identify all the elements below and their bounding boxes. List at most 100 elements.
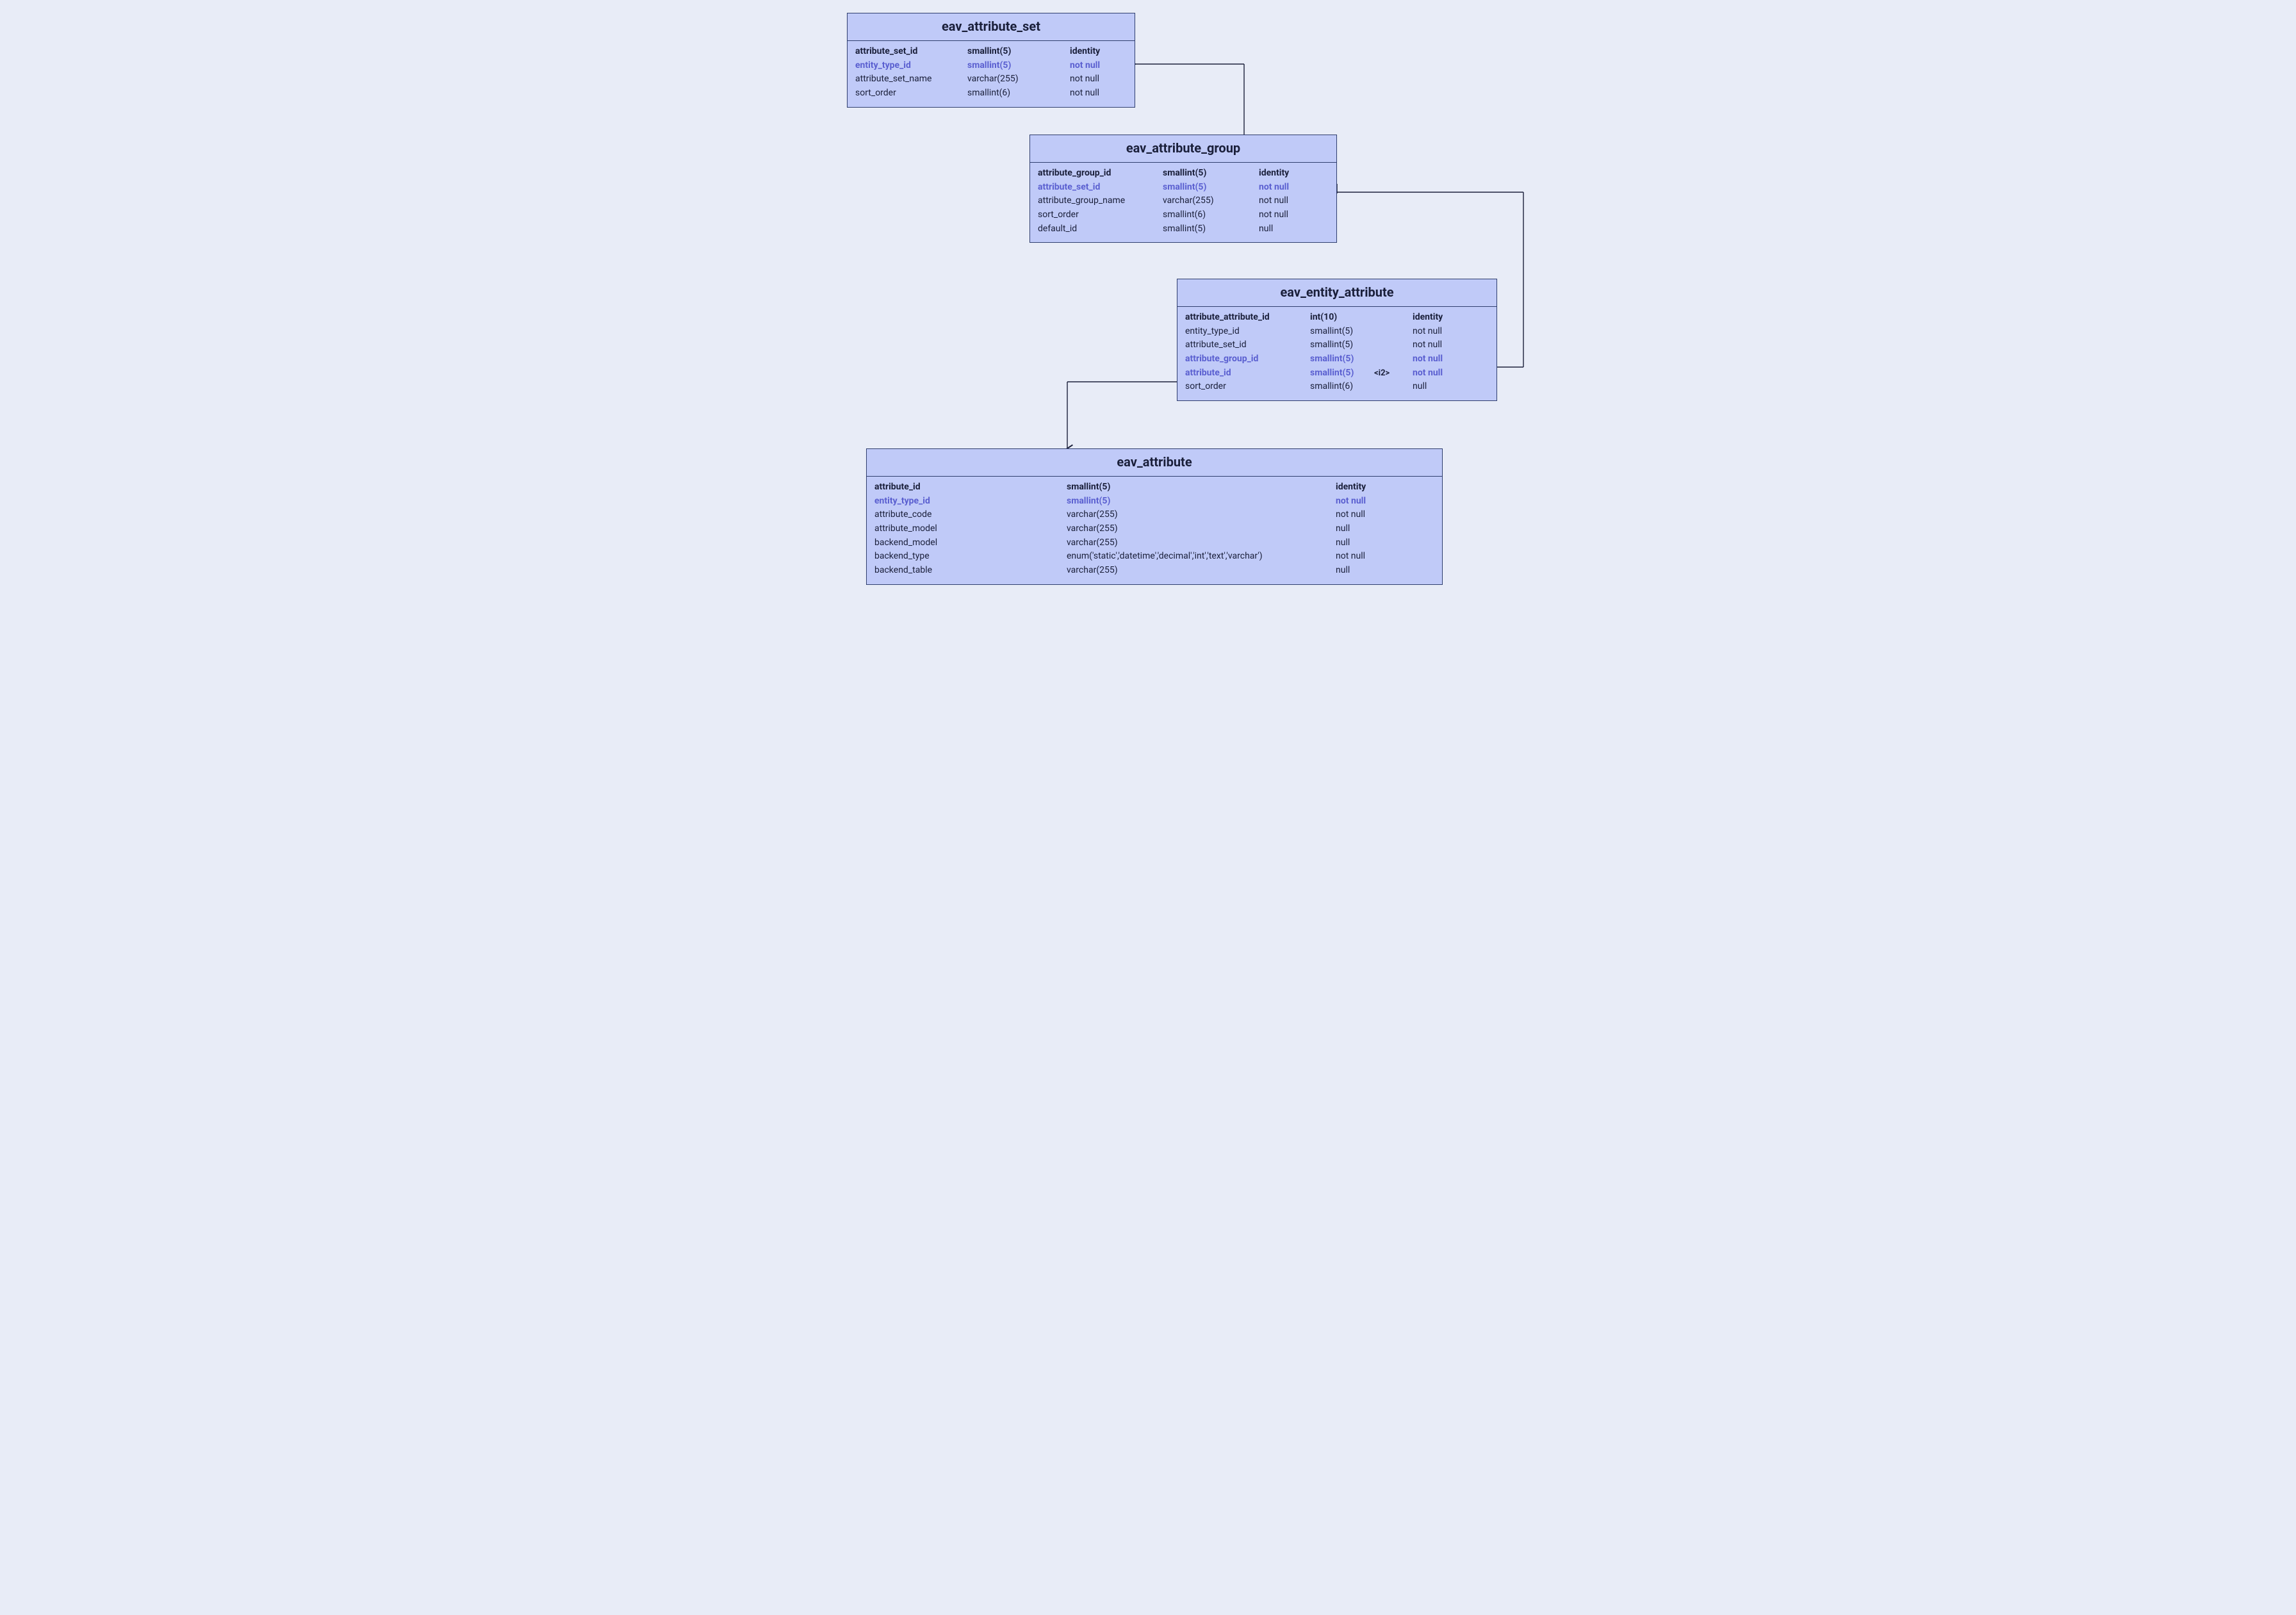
col-name: backend_model (874, 536, 1067, 550)
col-name: attribute_id (874, 480, 1067, 495)
col-null: not null (1413, 366, 1464, 381)
table-row: entity_type_idsmallint(5)not null (874, 495, 1434, 509)
col-null: null (1413, 380, 1464, 394)
col-type: enum('static','datetime','decimal','int'… (1067, 550, 1336, 564)
table-rows: attribute_group_id smallint(5) identity … (1030, 163, 1336, 242)
col-name: entity_type_id (855, 59, 967, 73)
col-name: entity_type_id (874, 495, 1067, 509)
col-type: smallint(6) (1310, 380, 1374, 394)
col-name: attribute_code (874, 508, 1067, 522)
table-row: default_idsmallint(5)null (1038, 222, 1329, 236)
table-row: attribute_set_idsmallint(5) not null (1185, 338, 1489, 352)
table-row: sort_ordersmallint(6)not null (855, 86, 1127, 101)
col-name: attribute_set_name (855, 72, 967, 86)
table-row: attribute_idsmallint(5)<i2>not null (1185, 366, 1489, 381)
col-type: smallint(6) (1163, 208, 1259, 222)
col-type: varchar(255) (1163, 194, 1259, 208)
col-name: attribute_set_id (1185, 338, 1310, 352)
col-type: smallint(5) (967, 59, 1070, 73)
table-header-row: attribute_id smallint(5) identity (874, 480, 1434, 495)
col-type: smallint(5) (1163, 167, 1259, 181)
col-null: not null (1070, 86, 1121, 101)
col-name: attribute_set_id (855, 45, 967, 59)
col-name: attribute_group_name (1038, 194, 1163, 208)
col-name: entity_type_id (1185, 325, 1310, 339)
col-null: null (1259, 222, 1310, 236)
col-null: not null (1259, 208, 1310, 222)
col-type: varchar(255) (967, 72, 1070, 86)
table-row: sort_ordersmallint(6) null (1185, 380, 1489, 394)
table-title: eav_entity_attribute (1177, 279, 1496, 307)
col-type: smallint(5) (1310, 338, 1374, 352)
col-null: null (1336, 564, 1387, 578)
col-null: identity (1413, 311, 1464, 325)
table-eav-attribute-set: eav_attribute_set attribute_set_id small… (847, 13, 1135, 108)
col-null: not null (1413, 352, 1464, 366)
table-eav-attribute-group: eav_attribute_group attribute_group_id s… (1029, 135, 1337, 243)
col-name: default_id (1038, 222, 1163, 236)
col-null: not null (1259, 194, 1310, 208)
col-type: smallint(5) (1067, 480, 1336, 495)
table-row: sort_ordersmallint(6)not null (1038, 208, 1329, 222)
col-type: smallint(5) (1310, 366, 1374, 381)
col-name: attribute_model (874, 522, 1067, 536)
col-null: not null (1413, 325, 1464, 339)
col-name: sort_order (855, 86, 967, 101)
table-row: attribute_group_idsmallint(5) not null (1185, 352, 1489, 366)
table-row: backend_modelvarchar(255)null (874, 536, 1434, 550)
col-name: attribute_set_id (1038, 181, 1163, 195)
col-null: not null (1259, 181, 1310, 195)
col-type: int(10) (1310, 311, 1374, 325)
col-null: identity (1336, 480, 1387, 495)
col-name: backend_table (874, 564, 1067, 578)
erd-canvas: eav_attribute_set attribute_set_id small… (738, 0, 1558, 577)
table-row: attribute_group_namevarchar(255)not null (1038, 194, 1329, 208)
table-eav-entity-attribute: eav_entity_attribute attribute_attribute… (1177, 279, 1497, 401)
table-header-row: attribute_attribute_id int(10) identity (1185, 311, 1489, 325)
col-type: varchar(255) (1067, 522, 1336, 536)
table-row: backend_typeenum('static','datetime','de… (874, 550, 1434, 564)
col-null: identity (1259, 167, 1310, 181)
table-rows: attribute_attribute_id int(10) identity … (1177, 307, 1496, 400)
col-type: varchar(255) (1067, 508, 1336, 522)
col-null: not null (1336, 495, 1387, 509)
col-name: sort_order (1038, 208, 1163, 222)
col-null: null (1336, 522, 1387, 536)
col-null: identity (1070, 45, 1121, 59)
table-row: entity_type_idsmallint(5) not null (1185, 325, 1489, 339)
table-title: eav_attribute_group (1030, 135, 1336, 163)
col-null: null (1336, 536, 1387, 550)
col-null: not null (1336, 550, 1387, 564)
col-extra: <i2> (1374, 367, 1413, 380)
table-rows: attribute_set_id smallint(5) identity en… (848, 41, 1135, 107)
col-null: not null (1070, 59, 1121, 73)
col-type: smallint(5) (1310, 352, 1374, 366)
col-type: smallint(6) (967, 86, 1070, 101)
col-null: not null (1336, 508, 1387, 522)
col-type: varchar(255) (1067, 536, 1336, 550)
col-null: not null (1413, 338, 1464, 352)
table-row: attribute_codevarchar(255)not null (874, 508, 1434, 522)
col-name: backend_type (874, 550, 1067, 564)
table-rows: attribute_id smallint(5) identity entity… (867, 477, 1442, 584)
col-type: smallint(5) (967, 45, 1070, 59)
table-header-row: attribute_set_id smallint(5) identity (855, 45, 1127, 59)
table-title: eav_attribute (867, 449, 1442, 477)
col-type: smallint(5) (1067, 495, 1336, 509)
table-row: backend_tablevarchar(255)null (874, 564, 1434, 578)
table-row: entity_type_idsmallint(5)not null (855, 59, 1127, 73)
col-type: varchar(255) (1067, 564, 1336, 578)
col-null: not null (1070, 72, 1121, 86)
table-header-row: attribute_group_id smallint(5) identity (1038, 167, 1329, 181)
table-row: attribute_modelvarchar(255)null (874, 522, 1434, 536)
col-name: attribute_group_id (1038, 167, 1163, 181)
col-name: attribute_group_id (1185, 352, 1310, 366)
table-row: attribute_set_namevarchar(255)not null (855, 72, 1127, 86)
table-eav-attribute: eav_attribute attribute_id smallint(5) i… (866, 448, 1443, 585)
col-name: attribute_attribute_id (1185, 311, 1310, 325)
col-type: smallint(5) (1163, 222, 1259, 236)
col-name: sort_order (1185, 380, 1310, 394)
table-title: eav_attribute_set (848, 13, 1135, 41)
table-row: attribute_set_idsmallint(5)not null (1038, 181, 1329, 195)
col-type: smallint(5) (1310, 325, 1374, 339)
